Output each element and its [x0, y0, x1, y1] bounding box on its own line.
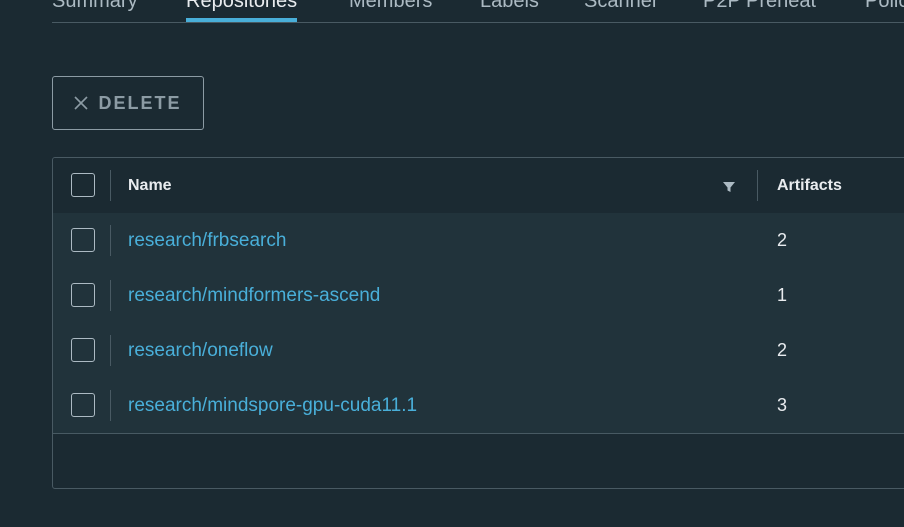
- table-row: research/frbsearch 2: [53, 213, 904, 269]
- tab-summary[interactable]: Summary: [52, 0, 138, 22]
- column-divider[interactable]: [110, 170, 111, 201]
- select-all-checkbox[interactable]: [71, 173, 95, 197]
- tab-members[interactable]: Members: [349, 0, 432, 22]
- table-row: research/oneflow 2: [53, 323, 904, 379]
- grid-footer: [53, 434, 904, 488]
- row-checkbox[interactable]: [71, 393, 95, 417]
- repository-link[interactable]: research/oneflow: [128, 323, 273, 378]
- delete-button-label: DELETE: [98, 92, 182, 113]
- artifact-count: 2: [777, 230, 788, 250]
- repositories-grid: Name Artifacts research/frbsearch 2 rese…: [52, 157, 904, 489]
- repository-link[interactable]: research/frbsearch: [128, 213, 286, 268]
- filter-icon[interactable]: [722, 180, 736, 194]
- repository-link[interactable]: research/mindspore-gpu-cuda11.1: [128, 378, 417, 433]
- artifact-count: 1: [777, 285, 788, 305]
- row-checkbox[interactable]: [71, 283, 95, 307]
- row-checkbox[interactable]: [71, 228, 95, 252]
- tab-repositories[interactable]: Repositories: [186, 0, 298, 22]
- tab-labels[interactable]: Labels: [480, 0, 539, 22]
- row-divider: [110, 280, 111, 311]
- table-row: research/mindformers-ascend 1: [53, 268, 904, 324]
- close-icon: [74, 96, 89, 110]
- repository-link[interactable]: research/mindformers-ascend: [128, 268, 380, 323]
- tab-p2p-preheat[interactable]: P2P Preheat: [703, 0, 816, 22]
- column-header-artifacts[interactable]: Artifacts: [777, 158, 842, 213]
- project-tabs: Summary Repositories Members Labels Scan…: [52, 0, 904, 23]
- table-row: research/mindspore-gpu-cuda11.1 3: [53, 378, 904, 434]
- column-header-name[interactable]: Name: [128, 158, 172, 213]
- row-divider: [110, 225, 111, 256]
- row-divider: [110, 390, 111, 421]
- delete-button[interactable]: DELETE: [52, 76, 204, 130]
- artifact-count: 2: [777, 340, 788, 360]
- row-checkbox[interactable]: [71, 338, 95, 362]
- column-divider[interactable]: [757, 170, 758, 201]
- row-divider: [110, 335, 111, 366]
- grid-header: Name Artifacts: [53, 158, 904, 214]
- tab-policy[interactable]: Policy: [865, 0, 904, 22]
- tab-scanner[interactable]: Scanner: [584, 0, 659, 22]
- artifact-count: 3: [777, 395, 788, 415]
- repositories-page: Summary Repositories Members Labels Scan…: [0, 0, 904, 527]
